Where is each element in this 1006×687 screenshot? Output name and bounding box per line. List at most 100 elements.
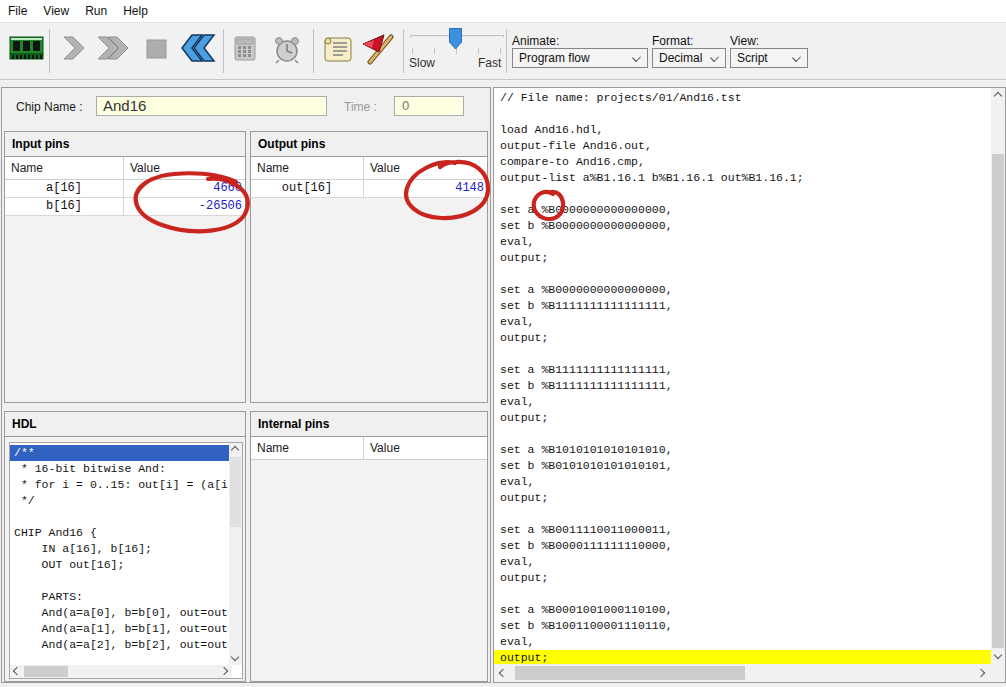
output-pins-header: Name Value bbox=[251, 157, 487, 180]
animate-label: Animate: bbox=[512, 34, 559, 48]
chip-icon[interactable] bbox=[9, 34, 45, 64]
single-step-icon[interactable] bbox=[62, 35, 86, 61]
format-value: Decimal bbox=[659, 51, 702, 65]
script-panel[interactable]: // File name: projects/01/And16.tstload … bbox=[493, 87, 1006, 683]
chevron-down-icon bbox=[632, 53, 641, 62]
internal-pins-title: Internal pins bbox=[251, 412, 487, 437]
calculator-icon[interactable] bbox=[233, 36, 259, 62]
code-line: CHIP And16 { bbox=[10, 525, 229, 541]
code-line: And(a=a[0], b=b[0], out=out[ bbox=[10, 605, 229, 621]
column-header-value[interactable]: Value bbox=[364, 157, 487, 179]
hdl-title: HDL bbox=[5, 412, 245, 437]
hdl-horizontal-scrollbar[interactable] bbox=[10, 665, 232, 678]
pin-value: -26506 bbox=[124, 198, 245, 215]
chevron-down-icon bbox=[710, 53, 719, 62]
code-line: eval, bbox=[494, 474, 991, 490]
menu-item-help[interactable]: Help bbox=[115, 0, 156, 22]
column-header-value[interactable]: Value bbox=[124, 157, 245, 179]
hdl-vertical-scrollbar[interactable] bbox=[229, 443, 242, 665]
code-line: load And16.hdl, bbox=[494, 122, 991, 138]
toolbar-separator bbox=[49, 29, 50, 73]
hdl-panel: HDL /** * 16-bit bitwise And: * for i = … bbox=[4, 411, 246, 682]
code-line: eval, bbox=[494, 314, 991, 330]
code-line: set b %B1111111111111111, bbox=[494, 298, 991, 314]
pin-name: out[16] bbox=[251, 180, 364, 197]
column-header-name[interactable]: Name bbox=[251, 437, 364, 459]
code-line: eval, bbox=[494, 554, 991, 570]
speed-slider-thumb[interactable] bbox=[449, 28, 463, 51]
column-header-name[interactable]: Name bbox=[251, 157, 364, 179]
clock-icon[interactable] bbox=[272, 34, 304, 64]
code-line: set a %B1111111111111111, bbox=[494, 362, 991, 378]
input-pins-header: Name Value bbox=[5, 157, 245, 180]
animate-value: Program flow bbox=[519, 51, 590, 65]
scrollbar-thumb[interactable] bbox=[230, 457, 241, 527]
input-pins-title: Input pins bbox=[5, 132, 245, 157]
slider-fast-label: Fast bbox=[478, 56, 501, 70]
view-dropdown[interactable]: Script bbox=[730, 48, 808, 68]
code-line: set a %B0000000000000000, bbox=[494, 282, 991, 298]
code-line: And(a=a[2], b=b[2], out=out[ bbox=[10, 637, 229, 653]
animate-dropdown[interactable]: Program flow bbox=[512, 48, 648, 68]
code-line: IN a[16], b[16]; bbox=[10, 541, 229, 557]
code-line: eval, bbox=[494, 394, 991, 410]
chip-name-label: Chip Name : bbox=[16, 100, 83, 114]
code-line: set a %B0000000000000000, bbox=[494, 202, 991, 218]
slider-tick bbox=[500, 48, 501, 54]
output-pins-panel: Output pins Name Value out[16]4148 bbox=[250, 131, 488, 403]
code-line: eval, bbox=[494, 234, 991, 250]
code-line: output-file And16.out, bbox=[494, 138, 991, 154]
pin-value: 4660 bbox=[124, 180, 245, 197]
code-line: * 16-bit bitwise And: bbox=[10, 461, 229, 477]
code-line: output-list a%B1.16.1 b%B1.16.1 out%B1.1… bbox=[494, 170, 991, 186]
pin-row[interactable]: b[16]-26506 bbox=[5, 198, 245, 216]
code-line: set b %B0000000000000000, bbox=[494, 218, 991, 234]
scrollbar-thumb[interactable] bbox=[992, 154, 1004, 648]
slider-tick bbox=[412, 48, 413, 54]
pin-name: b[16] bbox=[5, 198, 124, 215]
column-header-name[interactable]: Name bbox=[5, 157, 124, 179]
pin-row[interactable]: out[16]4148 bbox=[251, 180, 487, 198]
code-line: */ bbox=[10, 493, 229, 509]
code-line: set a %B1010101010101010, bbox=[494, 442, 991, 458]
menu-item-run[interactable]: Run bbox=[77, 0, 115, 22]
pin-name: a[16] bbox=[5, 180, 124, 197]
script-horizontal-scrollbar[interactable] bbox=[494, 664, 991, 682]
menu-bar: FileViewRunHelp bbox=[0, 0, 1006, 22]
code-line: output; bbox=[494, 570, 991, 586]
toolbar-separator bbox=[313, 29, 314, 73]
code-line: output; bbox=[494, 410, 991, 426]
format-dropdown[interactable]: Decimal bbox=[652, 48, 726, 68]
code-line bbox=[494, 586, 991, 602]
run-icon[interactable] bbox=[96, 35, 130, 61]
scrollbar-thumb[interactable] bbox=[24, 666, 68, 677]
chip-name-field[interactable]: And16 bbox=[96, 96, 327, 116]
code-line: output; bbox=[494, 250, 991, 266]
code-line bbox=[494, 506, 991, 522]
scrollbar-thumb[interactable] bbox=[515, 666, 745, 680]
input-pins-panel: Input pins Name Value a[16]4660b[16]-265… bbox=[4, 131, 246, 403]
code-line bbox=[10, 509, 229, 525]
brush-icon[interactable] bbox=[360, 34, 396, 65]
column-header-value[interactable]: Value bbox=[364, 437, 487, 459]
toolbar-separator bbox=[223, 29, 224, 73]
hdl-code-area[interactable]: /** * 16-bit bitwise And: * for i = 0..1… bbox=[9, 442, 243, 679]
pin-row[interactable]: a[16]4660 bbox=[5, 180, 245, 198]
script-icon[interactable] bbox=[324, 35, 354, 63]
stop-icon[interactable] bbox=[146, 39, 168, 59]
code-line bbox=[494, 266, 991, 282]
slider-tick bbox=[478, 48, 479, 54]
toolbar-separator bbox=[403, 29, 404, 73]
pin-value: 4148 bbox=[364, 180, 487, 197]
code-line: set b %B1111111111111111, bbox=[494, 378, 991, 394]
script-vertical-scrollbar[interactable] bbox=[991, 88, 1005, 664]
code-line bbox=[494, 106, 991, 122]
rewind-icon[interactable] bbox=[180, 34, 218, 62]
code-line: compare-to And16.cmp, bbox=[494, 154, 991, 170]
code-line: OUT out[16]; bbox=[10, 557, 229, 573]
time-field: 0 bbox=[394, 96, 464, 116]
menu-item-view[interactable]: View bbox=[35, 0, 77, 22]
format-label: Format: bbox=[652, 34, 693, 48]
view-label: View: bbox=[730, 34, 759, 48]
menu-item-file[interactable]: File bbox=[0, 0, 35, 22]
